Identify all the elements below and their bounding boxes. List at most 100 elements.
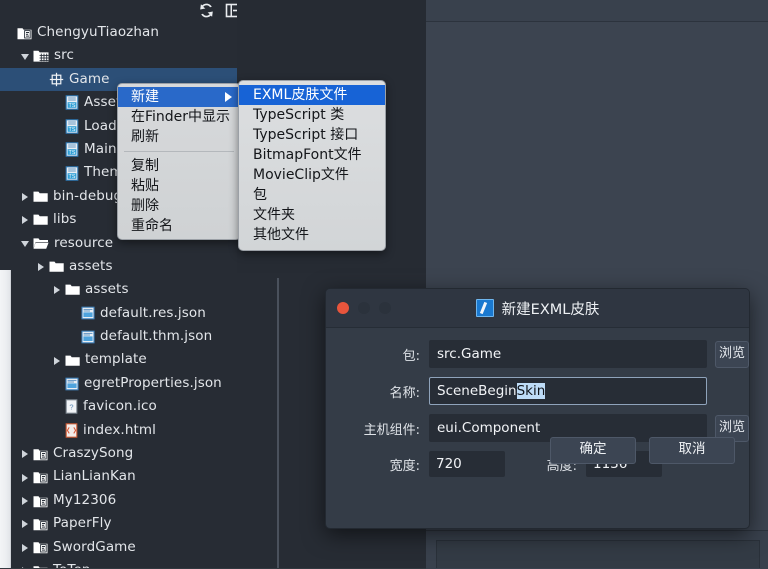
tree-item-label: resource — [54, 234, 114, 251]
package-field-row: 包: src.Game 浏览 — [326, 340, 749, 368]
tree-item-template[interactable]: template — [0, 348, 280, 371]
name-input-selected-text: Skin — [516, 383, 546, 399]
generic-file-icon: ? — [65, 399, 78, 415]
tree-item-label: ToTen — [53, 559, 91, 568]
context-menu-item-1[interactable]: 在Finder中显示 — [118, 107, 240, 127]
tree-item-label: assets — [69, 257, 113, 274]
context-menu[interactable]: 新建在Finder中显示 刷新复制 粘贴删除重命名 — [117, 83, 241, 240]
context-menu-item-label: 重命名 — [131, 218, 173, 234]
egret-project-icon — [33, 470, 48, 484]
tree-item-label: ChengyuTiaozhan — [37, 24, 160, 40]
context-menu-item-label: 刷新 — [131, 129, 159, 145]
chevron-right-icon[interactable] — [53, 356, 62, 365]
context-menu-item-7[interactable]: 重命名 — [118, 216, 240, 236]
chevron-right-icon[interactable] — [21, 473, 30, 482]
egret-project-icon — [17, 26, 32, 40]
new-exml-skin-dialog: 新建EXML皮肤 包: src.Game 浏览 名称: SceneBeginSk… — [325, 288, 750, 529]
tree-item-my12306[interactable]: My12306 — [0, 489, 280, 512]
chevron-right-icon[interactable] — [21, 215, 30, 225]
dialog-titlebar[interactable]: 新建EXML皮肤 — [326, 289, 749, 328]
tree-item-label: SwordGame — [53, 538, 136, 555]
chevron-right-icon[interactable] — [21, 519, 30, 529]
tree-item-default-thm-json[interactable]: default.thm.json — [0, 325, 280, 348]
panel-divider[interactable] — [277, 278, 279, 568]
left-scroll-strip[interactable] — [0, 270, 11, 568]
submenu-item-5[interactable]: 包 — [239, 185, 385, 205]
package-label: 包: — [402, 348, 420, 364]
submenu-item-7[interactable]: 其他文件 — [239, 225, 385, 245]
context-menu-item-label: 新建 — [131, 89, 159, 105]
tree-item-label: PaperFly — [53, 515, 112, 532]
tree-item-label: default.res.json — [100, 304, 206, 321]
chevron-right-icon[interactable] — [21, 449, 30, 459]
chevron-down-icon[interactable] — [21, 239, 30, 248]
submenu-item-1[interactable]: TypeScript 类 — [239, 105, 385, 125]
ok-button[interactable]: 确定 — [550, 437, 636, 464]
tree-item-swordgame[interactable]: SwordGame — [0, 536, 280, 559]
folder-icon — [33, 213, 48, 226]
chevron-right-icon[interactable] — [21, 192, 30, 201]
tree-item-index-html[interactable]: index.html — [0, 419, 280, 442]
tree-item-label: Game — [69, 70, 110, 87]
context-menu-item-5[interactable]: 粘贴 — [118, 176, 240, 196]
chevron-right-icon[interactable] — [37, 262, 46, 272]
context-menu-item-label: 在Finder中显示 — [131, 109, 231, 125]
submenu-arrow-icon — [225, 92, 232, 102]
host-component-label: 主机组件: — [363, 422, 420, 438]
submenu-item-0[interactable]: EXML皮肤文件 — [239, 85, 385, 105]
name-label: 名称: — [389, 385, 420, 401]
tree-item-toten[interactable]: ToTen — [0, 559, 280, 568]
context-submenu-new[interactable]: EXML皮肤文件 TypeScript 类 TypeScript 接口 BitmapF… — [238, 80, 386, 251]
egret-project-icon — [33, 564, 48, 568]
dialog-body: 包: src.Game 浏览 名称: SceneBeginSkin 主机组件: … — [326, 328, 749, 477]
tree-item-assets[interactable]: assets — [0, 278, 280, 301]
svg-text:TS: TS — [69, 150, 76, 156]
submenu-item-2[interactable]: TypeScript 接口 — [239, 125, 385, 145]
context-menu-item-0[interactable]: 新建 — [118, 87, 240, 107]
typescript-file-icon: TS — [65, 165, 79, 181]
context-menu-item-4[interactable]: 复制 — [118, 156, 240, 176]
chevron-right-icon[interactable] — [53, 285, 62, 295]
editor-bottom-panel-inner — [436, 540, 760, 568]
json-file-icon — [81, 306, 95, 320]
editor-tabbar[interactable] — [426, 0, 768, 22]
context-menu-item-label: 删除 — [131, 198, 159, 214]
tree-item-label: template — [85, 351, 147, 368]
chevron-down-icon[interactable] — [21, 52, 30, 61]
tree-item-label: default.thm.json — [100, 328, 213, 345]
refresh-icon[interactable] — [198, 2, 215, 19]
json-file-icon — [65, 377, 79, 391]
chevron-right-icon[interactable] — [21, 543, 30, 552]
chevron-right-icon[interactable] — [21, 496, 30, 505]
folder-icon — [65, 354, 80, 367]
context-menu-item-2[interactable]: 刷新 — [118, 127, 240, 147]
tree-item-lianliankan[interactable]: LianLianKan — [0, 465, 280, 488]
folder-icon — [65, 283, 80, 296]
tree-item-paperfly[interactable]: PaperFly — [0, 512, 280, 535]
tree-item-label: CraszySong — [53, 445, 134, 462]
svg-text:TS: TS — [69, 174, 76, 180]
tree-item-default-res-json[interactable]: default.res.json — [0, 302, 280, 325]
context-menu-item-6[interactable]: 删除 — [118, 196, 240, 216]
submenu-item-6[interactable]: 文件夹 — [239, 205, 385, 225]
width-input[interactable]: 720 — [429, 451, 505, 477]
tree-item-favicon-ico[interactable]: ? favicon.ico — [0, 395, 280, 418]
tree-item-label: bin-debug — [53, 187, 123, 204]
package-browse-button[interactable]: 浏览 — [715, 340, 749, 368]
name-input[interactable]: SceneBeginSkin — [429, 377, 707, 405]
name-input-plain-text: SceneBegin — [437, 383, 517, 399]
submenu-item-3[interactable]: BitmapFont文件 — [239, 145, 385, 165]
tree-item-craszysong[interactable]: CraszySong — [0, 442, 280, 465]
submenu-item-4[interactable]: MovieClip文件 — [239, 165, 385, 185]
package-input[interactable]: src.Game — [429, 340, 707, 368]
cancel-button[interactable]: 取消 — [649, 437, 735, 464]
tree-item-egretproperties-json[interactable]: egretProperties.json — [0, 372, 280, 395]
ide-window: ChengyuTiaozhan src Game TS AssetAd TS Loading… — [0, 0, 768, 569]
tree-item-label: index.html — [83, 421, 156, 438]
exml-skin-icon — [475, 299, 494, 317]
